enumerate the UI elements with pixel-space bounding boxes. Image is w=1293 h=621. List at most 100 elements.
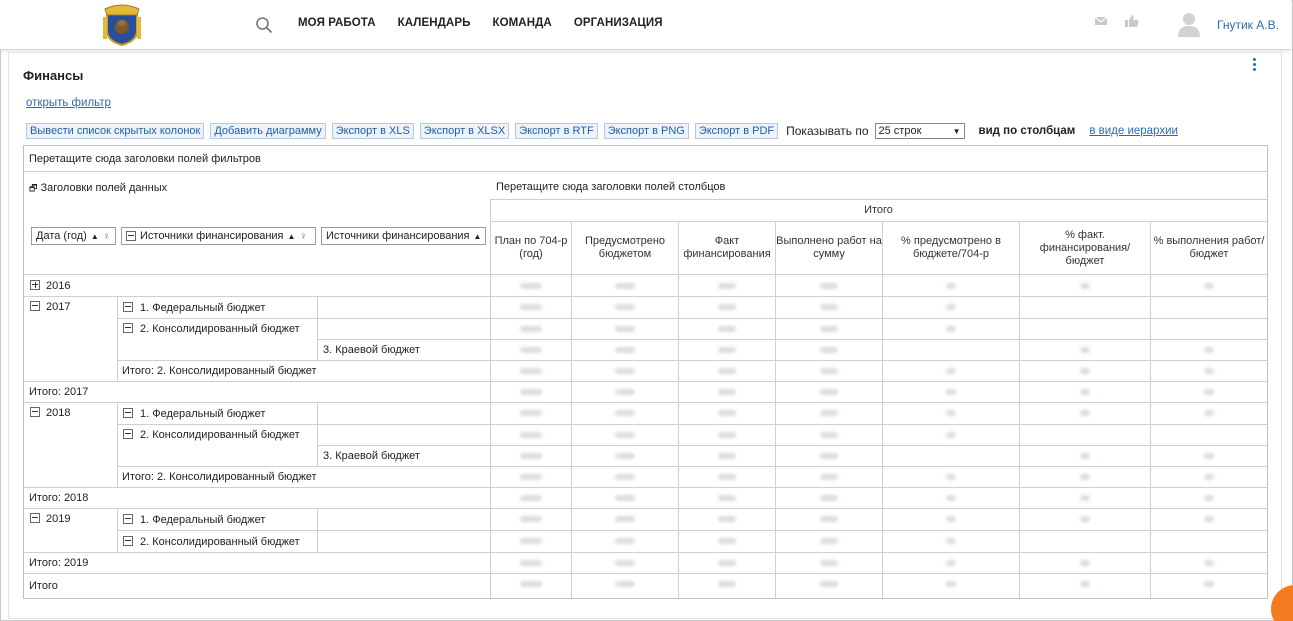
redacted-value (820, 368, 838, 374)
col-pct-budget-704[interactable]: % предусмотрено в бюджете/704-р (883, 222, 1019, 274)
data-fields-header: 🗗 Заголовки полей данных (29, 181, 167, 197)
redacted-value (1204, 347, 1214, 353)
col-plan-704[interactable]: План по 704-р (год) (491, 222, 571, 274)
column-drop-zone[interactable]: Перетащите сюда заголовки полей столбцов (496, 181, 725, 193)
more-options-icon[interactable] (1251, 58, 1257, 74)
row-total-2019: Итого: 2019 (29, 557, 89, 569)
redacted-value (946, 495, 956, 501)
redacted-value (615, 368, 635, 374)
field-funding-sources-label: Источники финансирования (140, 230, 284, 242)
redacted-value (718, 516, 736, 522)
redacted-value (1080, 474, 1090, 480)
collapse-icon[interactable] (123, 536, 133, 546)
row-year-2019: 2019 (46, 513, 71, 525)
redacted-value (520, 389, 542, 395)
export-rtf-button[interactable]: Экспорт в RTF (515, 123, 598, 139)
filter-drop-zone[interactable]: Перетащите сюда заголовки полей фильтров (29, 153, 261, 165)
nav-my-work[interactable]: МОЯ РАБОТА (298, 17, 376, 29)
redacted-value (1080, 368, 1090, 374)
add-chart-button[interactable]: Добавить диаграмму (210, 123, 326, 139)
redacted-value (520, 495, 542, 501)
col-pct-work-budget[interactable]: % выполнения работ/бюджет (1151, 222, 1267, 274)
col-actual-financing[interactable]: Факт финансирования (679, 222, 775, 274)
col-budgeted[interactable]: Предусмотрено бюджетом (572, 222, 678, 274)
coat-of-arms-logo[interactable] (101, 3, 143, 47)
redacted-value (820, 560, 838, 566)
redacted-value (946, 581, 956, 587)
open-filter-link[interactable]: открыть фильтр (26, 97, 111, 109)
redacted-value (615, 474, 635, 480)
collapse-icon[interactable] (123, 323, 133, 333)
search-icon[interactable] (255, 16, 273, 34)
col-work-done[interactable]: Выполнено работ на сумму (776, 222, 882, 274)
redacted-value (946, 368, 956, 374)
view-hierarchy-link[interactable]: в виде иерархии (1089, 125, 1178, 137)
nav-team[interactable]: КОМАНДА (492, 17, 551, 29)
redacted-value (1204, 516, 1214, 522)
redacted-value (615, 432, 635, 438)
collapse-icon[interactable] (30, 407, 40, 417)
redacted-value (520, 581, 542, 587)
filter-icon[interactable]: ♀ (103, 231, 111, 242)
pivot-toolbar: Вывести список скрытых колонок Добавить … (26, 123, 1178, 139)
redacted-value (946, 389, 956, 395)
field-date-year[interactable]: Дата (год) ▲ ♀ (31, 227, 116, 245)
user-avatar-icon[interactable] (1177, 11, 1201, 37)
field-funding-sources-2[interactable]: Источники финансирования ▲ (321, 227, 486, 245)
redacted-value (1080, 389, 1090, 395)
rows-per-page-select[interactable]: 25 строк ▼ (874, 123, 965, 139)
collapse-icon[interactable] (123, 408, 133, 418)
user-name-link[interactable]: Гнутик А.В. (1217, 18, 1279, 32)
redacted-value (520, 326, 542, 332)
redacted-value (946, 516, 956, 522)
collapse-icon[interactable] (30, 513, 40, 523)
redacted-value (718, 581, 736, 587)
show-hidden-columns-button[interactable]: Вывести список скрытых колонок (26, 123, 205, 139)
export-png-button[interactable]: Экспорт в PNG (603, 123, 689, 139)
redacted-value (946, 304, 956, 310)
data-fields-label: Заголовки полей данных (40, 182, 168, 194)
col-pct-actual-budget[interactable]: % факт. финансирования/ бюджет (1020, 222, 1150, 274)
redacted-value (615, 304, 635, 310)
page-title: Финансы (23, 68, 84, 83)
redacted-value (520, 347, 542, 353)
total-column-header: Итого (864, 204, 893, 216)
row-consolidated-budget: 2. Консолидированный бюджет (140, 536, 300, 548)
sort-up-icon: ▲ (473, 231, 482, 241)
mail-icon[interactable] (1093, 14, 1109, 28)
redacted-value (520, 538, 542, 544)
filter-icon[interactable]: ♀ (299, 231, 307, 242)
export-xlsx-button[interactable]: Экспорт в XLSX (419, 123, 510, 139)
redacted-value (946, 560, 956, 566)
row-consolidated-budget: 2. Консолидированный бюджет (140, 323, 300, 335)
field-funding-sources[interactable]: Источники финансирования ▲ ♀ (121, 227, 316, 245)
row-federal-budget: 1. Федеральный бюджет (140, 302, 266, 314)
export-pdf-button[interactable]: Экспорт в PDF (694, 123, 779, 139)
sort-up-icon: ▲ (287, 231, 296, 241)
expand-icon[interactable] (30, 280, 40, 290)
collapse-icon[interactable] (123, 302, 133, 312)
redacted-value (718, 389, 736, 395)
redacted-value (820, 410, 838, 416)
collapse-icon[interactable] (123, 429, 133, 439)
nav-organization[interactable]: ОРГАНИЗАЦИЯ (574, 17, 663, 29)
row-year-2017: 2017 (46, 301, 71, 313)
collapse-icon[interactable] (30, 301, 40, 311)
row-federal-budget: 1. Федеральный бюджет (140, 514, 266, 526)
collapse-icon[interactable] (126, 231, 136, 241)
dropdown-arrow-icon: ▼ (952, 126, 961, 136)
collapse-icon[interactable] (123, 514, 133, 524)
redacted-value (520, 304, 542, 310)
redacted-value (718, 453, 736, 459)
redacted-value (1080, 283, 1090, 289)
main-nav: МОЯ РАБОТА КАЛЕНДАРЬ КОМАНДА ОРГАНИЗАЦИЯ (298, 17, 663, 29)
export-xls-button[interactable]: Экспорт в XLS (331, 123, 414, 139)
redacted-value (718, 538, 736, 544)
redacted-value (718, 283, 736, 289)
row-regional-budget: 3. Краевой бюджет (323, 344, 420, 356)
redacted-value (1204, 410, 1214, 416)
thumbs-up-icon[interactable] (1124, 14, 1140, 28)
nav-calendar[interactable]: КАЛЕНДАРЬ (398, 17, 471, 29)
redacted-value (820, 581, 838, 587)
redacted-value (1204, 581, 1214, 587)
